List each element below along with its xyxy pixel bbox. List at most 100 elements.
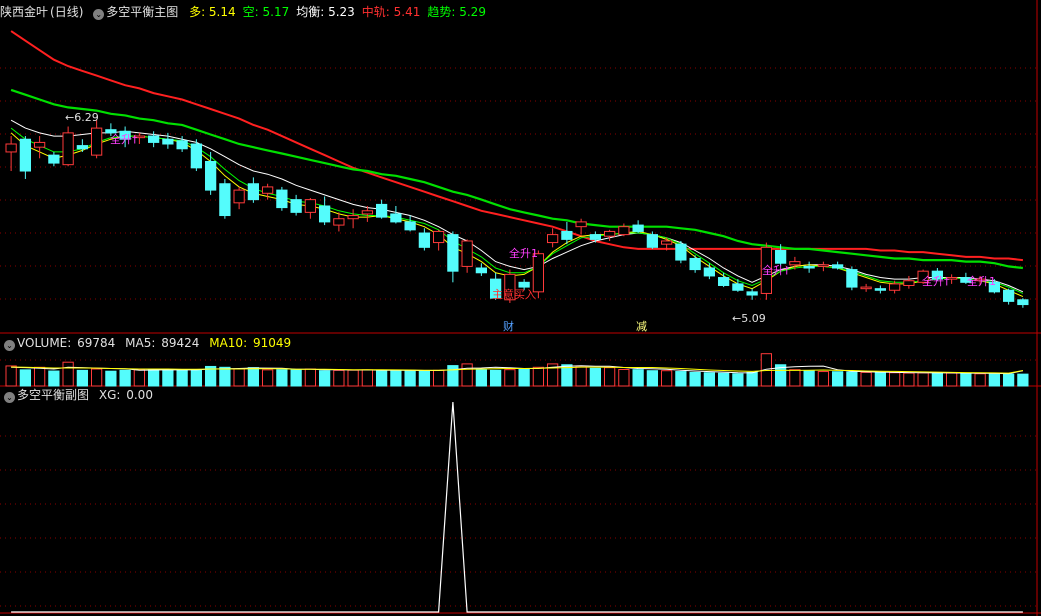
- volume-bar: [960, 372, 972, 387]
- candle: [90, 120, 103, 159]
- volume-bar: [418, 370, 431, 387]
- candle-body: [575, 221, 587, 228]
- volume-bar: [190, 369, 203, 387]
- candle: [874, 285, 887, 294]
- candle-body: [746, 291, 758, 296]
- volume-bar: [176, 369, 188, 387]
- candle-body: [276, 189, 288, 209]
- volume-bar: [903, 372, 915, 387]
- candle-body: [233, 189, 245, 204]
- volume-bar: [489, 369, 502, 387]
- candle: [1002, 288, 1015, 305]
- candle: [575, 218, 587, 235]
- volume-bar: [404, 369, 416, 387]
- main-indicator-name[interactable]: 多空平衡主图: [106, 5, 178, 19]
- volume-header: ⌄ VOLUME: 69784 MA5: 89424 MA10: 91049: [0, 335, 293, 351]
- candle: [860, 283, 872, 292]
- candle: [689, 255, 701, 273]
- candle: [290, 194, 302, 216]
- candle: [461, 239, 473, 273]
- candle-body: [774, 250, 787, 264]
- volume-bar: [988, 373, 1001, 387]
- candle-body: [261, 186, 274, 194]
- candle: [432, 229, 445, 251]
- candle-body: [347, 215, 359, 220]
- volume-bar: [675, 371, 687, 387]
- volume-bar: [575, 366, 587, 387]
- reduce-holding-event-marker[interactable]: 减: [636, 321, 647, 333]
- candle-body: [888, 283, 901, 291]
- low-price-label: 5.09: [741, 312, 766, 325]
- line-多: [10, 132, 1024, 298]
- candle-body: [1002, 289, 1015, 302]
- volume-title[interactable]: VOLUME:: [17, 336, 71, 350]
- main-indicator-item: 趋势: 5.29: [427, 5, 486, 19]
- period-label[interactable]: (日线): [50, 5, 83, 19]
- volume-menu-icon[interactable]: ⌄: [4, 340, 15, 351]
- candle-body: [62, 132, 74, 166]
- volume-bar: [5, 365, 17, 387]
- volume-bar: [874, 372, 887, 387]
- sub-indicator-name[interactable]: 多空平衡副图: [17, 388, 89, 402]
- volume-value: 69784: [77, 336, 116, 350]
- volume-bar: [589, 367, 602, 387]
- low-price-marker: ←5.09: [732, 312, 766, 325]
- volume-bar: [703, 372, 716, 387]
- ma5-label: MA5:: [125, 336, 156, 350]
- finance-event-marker[interactable]: 财: [503, 321, 514, 333]
- stock-name[interactable]: 陕西金叶: [0, 5, 48, 19]
- volume-bar: [888, 372, 901, 387]
- xg-value: 0.00: [126, 388, 153, 402]
- candle-body: [817, 264, 830, 267]
- candle-body: [618, 226, 630, 236]
- candle: [846, 266, 858, 291]
- volume-bar: [945, 372, 958, 387]
- volume-bar: [518, 368, 530, 387]
- volume-bar: [646, 370, 659, 387]
- volume-bar: [361, 369, 374, 387]
- volume-bar: [831, 371, 844, 387]
- volume-bar: [789, 369, 801, 387]
- candle-body: [375, 203, 388, 218]
- candle-body: [846, 269, 858, 288]
- candlestick-series[interactable]: [5, 120, 1029, 308]
- candle-body: [561, 230, 573, 240]
- candle-body: [803, 265, 815, 269]
- chart-canvas[interactable]: [0, 0, 1041, 616]
- candle-body: [461, 240, 473, 267]
- candle-body: [318, 205, 331, 223]
- volume-bar: [105, 370, 117, 387]
- candle-body: [361, 210, 374, 215]
- line-中轨: [10, 30, 1024, 262]
- candle-body: [5, 143, 17, 153]
- ma10-label: MA10:: [209, 336, 248, 350]
- candle-body: [48, 154, 60, 164]
- candle: [817, 261, 830, 272]
- candle: [618, 223, 630, 237]
- candle-body: [333, 218, 345, 226]
- candle-body: [432, 230, 445, 244]
- candle: [48, 151, 60, 167]
- volume-bar: [1017, 373, 1029, 387]
- volume-bar: [717, 372, 730, 387]
- volume-bar: [33, 366, 46, 387]
- volume-bar: [860, 371, 872, 387]
- volume-bar: [390, 370, 402, 387]
- candle: [304, 198, 317, 219]
- candle-body: [660, 240, 673, 245]
- volume-bar: [974, 373, 986, 387]
- volume-bar: [432, 369, 445, 387]
- candle: [603, 229, 616, 241]
- indicator-menu-icon[interactable]: ⌄: [93, 9, 105, 20]
- volume-bar: [147, 368, 160, 387]
- main-chart-header: 陕西金叶 (日线) ⌄ 多空平衡主图 多: 5.14 空: 5.17 均衡: 5.23 中…: [0, 4, 490, 20]
- line-趋势: [10, 88, 1024, 270]
- candle-body: [304, 199, 317, 213]
- sub-indicator-menu-icon[interactable]: ⌄: [4, 392, 15, 403]
- volume-bar: [1002, 373, 1015, 387]
- candle-body: [19, 138, 32, 172]
- rise-signal-label: 全升1: [509, 247, 538, 260]
- candle-body: [589, 234, 602, 240]
- candle-body: [546, 234, 559, 244]
- volume-bar: [90, 368, 103, 387]
